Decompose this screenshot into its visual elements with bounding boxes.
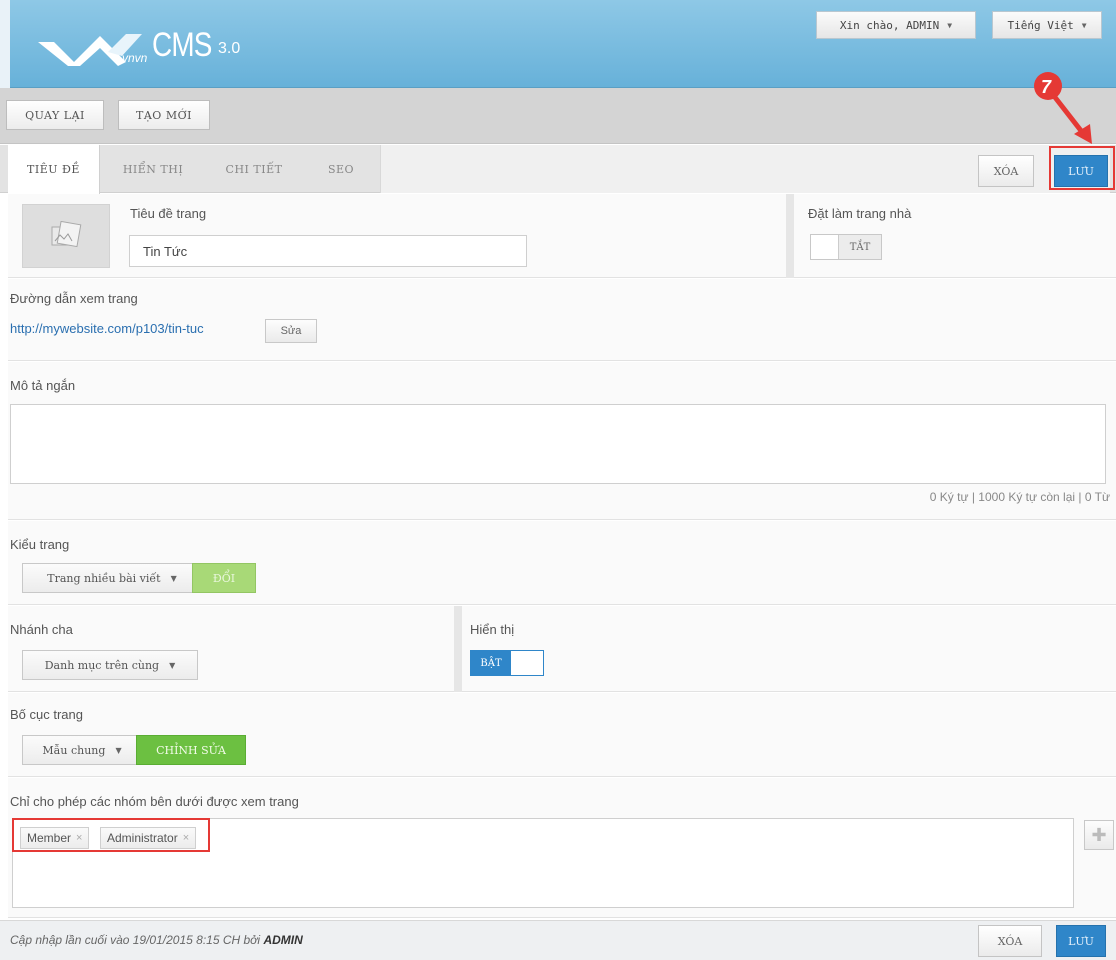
layout-selected: Mẫu chung [42,743,106,757]
tab-title[interactable]: TIÊU ĐỀ [8,145,100,194]
toggle-knob [511,651,543,675]
parent-select[interactable]: Danh mục trên cùng ▼ [22,650,198,680]
chevron-down-icon: ▼ [947,20,953,30]
delete-button[interactable]: XÓA [978,155,1034,187]
footer-save-button[interactable]: LƯU [1056,925,1106,957]
section-divider [786,194,794,278]
language-menu-label: Tiếng Việt [1007,18,1074,32]
plus-icon: ✚ [1091,824,1107,845]
app-header: vnvn CMS 3.0 Xin chào, ADMIN ▼ Tiếng Việ… [0,0,1116,88]
step-number: 7 [1041,77,1052,97]
chevron-down-icon: ▼ [170,573,177,583]
homepage-toggle[interactable]: TẮT [810,234,882,260]
create-new-button[interactable]: TẠO MỚI [118,100,210,130]
header-edge [0,0,10,88]
edit-url-button[interactable]: Sửa [265,319,317,343]
display-toggle-state: BẬT [471,651,511,675]
homepage-toggle-state: TẮT [839,235,881,259]
image-icon [51,221,82,248]
tab-detail[interactable]: CHI TIẾT [206,145,302,193]
language-menu-button[interactable]: Tiếng Việt ▼ [992,11,1102,39]
save-highlight-box [1049,146,1115,190]
back-button[interactable]: QUAY LẠI [6,100,104,130]
page-type-label: Kiểu trang [10,537,70,552]
permissions-label: Chỉ cho phép các nhóm bên dưới được xem … [10,794,299,809]
step-marker-arrow [1034,72,1092,144]
chevron-down-icon: ▼ [169,660,176,670]
tab-bar: TIÊU ĐỀ HIỂN THỊ CHI TIẾT SEO XÓA LƯU [0,145,1116,194]
tab-seo[interactable]: SEO [302,145,380,193]
page-title-label: Tiêu đề trang [130,206,207,221]
title-section: Tiêu đề trang Tin Tức Đặt làm trang nhà … [8,194,1116,278]
parent-label: Nhánh cha [10,622,73,637]
user-menu-button[interactable]: Xin chào, ADMIN ▼ [816,11,976,39]
section-divider [454,606,462,692]
add-group-button[interactable]: ✚ [1084,820,1114,850]
chevron-down-icon: ▼ [115,745,122,755]
parent-selected: Danh mục trên cùng [44,658,160,672]
parent-section: Nhánh cha Danh mục trên cùng ▼ Hiển thị … [8,606,1116,692]
logo-text: CMS [152,26,212,64]
user-menu-label: Xin chào, ADMIN [839,18,940,32]
logo[interactable]: vnvn CMS 3.0 [30,20,240,76]
url-section: Đường dẫn xem trang http://mywebsite.com… [8,279,1116,361]
layout-select[interactable]: Mẫu chung ▼ [22,735,142,765]
description-label: Mô tả ngắn [10,378,76,393]
page-url-link[interactable]: http://mywebsite.com/p103/tin-tuc [10,321,204,336]
footer-delete-button[interactable]: XÓA [978,925,1042,957]
groups-highlight-box [12,818,210,852]
footer: Cập nhập lần cuối vào 19/01/2015 8:15 CH… [0,920,1116,960]
description-textarea[interactable] [10,404,1106,484]
layout-label: Bố cục trang [10,707,83,722]
logo-sub-text: vnvn [122,51,148,65]
character-counter: 0 Ký tự | 1000 Ký tự còn lại | 0 Từ [929,490,1110,504]
homepage-label: Đặt làm trang nhà [808,206,912,221]
change-page-type-button[interactable]: ĐỔI [192,563,256,593]
url-label: Đường dẫn xem trang [10,291,138,306]
page-type-select[interactable]: Trang nhiều bài viết ▼ [22,563,202,593]
last-updated-prefix: Cập nhập lần cuối vào 19/01/2015 8:15 CH… [10,933,261,947]
page-thumbnail[interactable] [22,204,110,268]
last-updated-text: Cập nhập lần cuối vào 19/01/2015 8:15 CH… [10,933,303,947]
tab-display[interactable]: HIỂN THỊ [100,145,206,193]
edit-layout-button[interactable]: CHỈNH SỬA [136,735,246,765]
logo-version: 3.0 [218,40,241,57]
layout-section: Bố cục trang Mẫu chung ▼ CHỈNH SỬA [8,693,1116,777]
logo-mark-icon [38,34,142,66]
page-type-selected: Trang nhiều bài viết [47,571,161,585]
page-type-section: Kiểu trang Trang nhiều bài viết ▼ ĐỔI [8,521,1116,605]
last-updated-user: ADMIN [263,933,303,947]
display-toggle[interactable]: BẬT [470,650,544,676]
toggle-knob [811,235,839,259]
toolbar: QUAY LẠI TẠO MỚI [0,88,1116,144]
chevron-down-icon: ▼ [1081,20,1087,30]
page-title-input[interactable]: Tin Tức [129,235,527,267]
display-label: Hiển thị [470,622,515,637]
description-section: Mô tả ngắn 0 Ký tự | 1000 Ký tự còn lại … [8,362,1116,520]
